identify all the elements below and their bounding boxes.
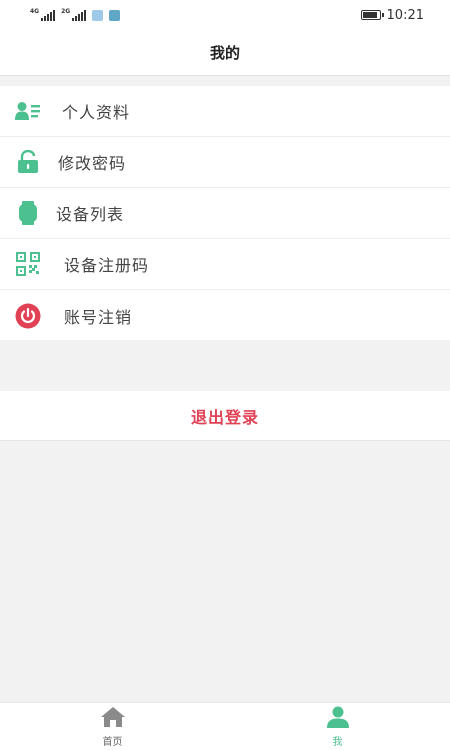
network-type-2: 2G [61, 8, 71, 15]
tab-me[interactable]: 我 [225, 703, 450, 750]
status-time: 10:21 [386, 7, 424, 23]
menu-item-change-password[interactable]: 修改密码 [0, 137, 450, 188]
settings-menu: 个人资料 修改密码 设备列表 设备注册码 账号注销 [0, 86, 450, 340]
navigation-bar: 我的 [0, 30, 450, 76]
bottom-tab-bar: 首页 我 [0, 702, 450, 750]
tab-label: 首页 [102, 736, 123, 748]
menu-item-account-cancel[interactable]: 账号注销 [0, 290, 450, 341]
status-bar-left: 4G 2G [30, 8, 121, 21]
menu-item-label: 修改密码 [58, 154, 127, 173]
menu-item-label: 账号注销 [64, 307, 133, 327]
tab-label: 我 [332, 736, 343, 748]
menu-item-label: 设备注册码 [64, 256, 150, 275]
home-icon [100, 706, 126, 732]
user-profile-icon [14, 97, 42, 125]
status-bar: 4G 2G 10:21 [0, 0, 450, 30]
page-title: 我的 [209, 44, 240, 62]
qr-code-icon [14, 250, 42, 278]
notification-app-icon [92, 9, 104, 21]
logout-label: 退出登录 [190, 407, 259, 427]
watch-icon [14, 199, 42, 227]
status-bar-right: 10:21 [360, 7, 424, 23]
logout-button[interactable]: 退出登录 [0, 391, 450, 441]
menu-item-profile[interactable]: 个人资料 [0, 86, 450, 137]
menu-item-device-list[interactable]: 设备列表 [0, 188, 450, 239]
menu-item-label: 设备列表 [56, 205, 125, 224]
battery-icon [360, 10, 384, 20]
notification-app-icon-2 [109, 9, 121, 21]
signal-icon-2: 2G [61, 8, 87, 21]
network-type-1: 4G [30, 8, 40, 15]
lock-icon [14, 148, 42, 176]
person-icon [326, 706, 350, 732]
menu-item-label: 个人资料 [62, 103, 131, 122]
signal-icon: 4G [30, 8, 56, 21]
menu-item-device-register-code[interactable]: 设备注册码 [0, 239, 450, 290]
tab-home[interactable]: 首页 [0, 703, 225, 750]
power-icon [14, 302, 42, 330]
